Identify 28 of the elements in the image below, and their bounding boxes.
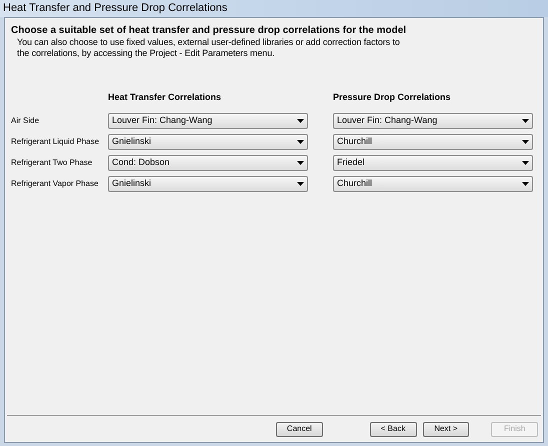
caret-icon xyxy=(522,182,529,186)
dropdown[interactable]: Cond: Dobson xyxy=(108,155,308,171)
column-header: Heat Transfer Correlations xyxy=(108,91,222,104)
page-heading: Choose a suitable set of heat transfer and pressure drop correlations for the model xyxy=(11,24,408,37)
row-label: Refrigerant Two Phase xyxy=(11,157,94,169)
caret-icon xyxy=(522,140,529,144)
wizard-button[interactable]: Next > xyxy=(422,422,470,436)
window-title: Heat Transfer and Pressure Drop Correlations xyxy=(3,1,228,16)
dropdown[interactable]: Louver Fin: Chang-Wang xyxy=(333,113,533,129)
column-header: Pressure Drop Correlations xyxy=(333,91,452,104)
page-description: You can also choose to use fixed values, external user-defined libraries or add correction factors to the correlations, by accessing the Project - Edit Parameters menu. xyxy=(16,37,401,59)
caret-icon xyxy=(522,119,529,123)
row-label: Refrigerant Vapor Phase xyxy=(11,178,100,190)
wizard-button[interactable]: < Back xyxy=(370,422,416,436)
caret-icon xyxy=(297,119,304,123)
row-label: Refrigerant Liquid Phase xyxy=(11,136,100,148)
dropdown[interactable]: Churchill xyxy=(333,134,533,150)
dropdown[interactable]: Gnielinski xyxy=(108,176,308,192)
caret-icon xyxy=(522,161,529,165)
dropdown[interactable]: Louver Fin: Chang-Wang xyxy=(108,113,308,129)
dropdown[interactable]: Churchill xyxy=(333,176,533,192)
dropdown[interactable]: Friedel xyxy=(333,155,533,171)
wizard-button[interactable]: Cancel xyxy=(276,422,323,436)
caret-icon xyxy=(297,161,304,165)
caret-icon xyxy=(297,140,304,144)
dropdown[interactable]: Gnielinski xyxy=(108,134,308,150)
row-label: Air Side xyxy=(11,115,40,127)
caret-icon xyxy=(297,182,304,186)
